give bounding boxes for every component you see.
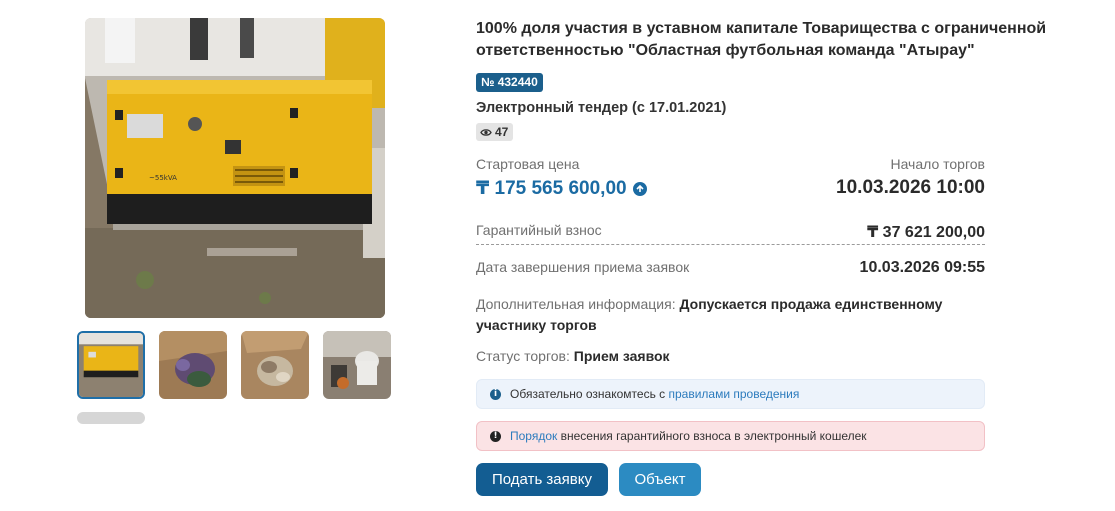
equipment-thumb xyxy=(323,331,391,399)
deposit-order-link[interactable]: Порядок xyxy=(510,429,557,443)
start-price-value: ₸ 175 565 600,00 xyxy=(476,178,627,199)
deadline-row: Дата завершения приема заявок 10.03.2026… xyxy=(476,258,985,280)
rules-link[interactable]: правилами проведения xyxy=(668,387,799,401)
auction-status: Статус торгов: Прием заявок xyxy=(476,348,670,364)
lot-title: 100% доля участия в уставном капитале То… xyxy=(476,20,1047,59)
status-label: Статус торгов: xyxy=(476,348,570,364)
deposit-row: Гарантийный взнос ₸ 37 621 200,00 xyxy=(476,221,985,245)
generator-photo: ~55kVA xyxy=(85,18,385,318)
thumbnail-3[interactable] xyxy=(241,331,309,399)
main-photo[interactable]: ~55kVA xyxy=(85,18,385,318)
additional-info: Дополнительная информация: Допускается п… xyxy=(476,294,986,336)
thumbnail-scrollbar[interactable] xyxy=(77,412,145,424)
info-icon: ! xyxy=(490,430,501,442)
thumbnail-1[interactable] xyxy=(77,331,145,399)
rules-info-alert: i Обязательно ознакомтесь с правилами пр… xyxy=(476,379,985,409)
start-price: ₸ 175 565 600,00 xyxy=(476,177,647,200)
deadline-value: 10.03.2026 09:55 xyxy=(859,259,985,276)
deposit-label: Гарантийный взнос xyxy=(476,222,602,238)
deposit-value: ₸ 37 621 200,00 xyxy=(867,224,985,241)
deposit-order-alert: ! Порядок внесения гарантийного взноса в… xyxy=(476,421,985,451)
deposit-order-suffix: внесения гарантийного взноса в электронн… xyxy=(557,429,867,443)
deadline-label: Дата завершения приема заявок xyxy=(476,259,690,275)
thumbnail-2[interactable] xyxy=(159,331,227,399)
status-value: Прием заявок xyxy=(573,348,670,364)
svg-text:~55kVA: ~55kVA xyxy=(149,174,177,182)
box-thumb xyxy=(241,331,309,399)
generator-thumb xyxy=(79,333,143,397)
views-count: 47 xyxy=(495,125,509,139)
arrow-up-circle-icon[interactable] xyxy=(632,181,647,196)
lot-number-badge: № 432440 xyxy=(476,73,543,92)
thumbnail-4[interactable] xyxy=(323,331,391,399)
submit-application-button[interactable]: Подать заявку xyxy=(476,463,608,496)
auction-start-date: 10.03.2026 10:00 xyxy=(836,177,985,198)
deposit-order-text: Порядок внесения гарантийного взноса в э… xyxy=(510,429,867,443)
box-thumb xyxy=(159,331,227,399)
tender-type: Электронный тендер (с 17.01.2021) xyxy=(476,100,727,116)
object-button[interactable]: Объект xyxy=(619,463,701,496)
rules-info-prefix: Обязательно ознакомтесь с xyxy=(510,387,669,401)
auction-start-label: Начало торгов xyxy=(890,156,985,172)
info-icon: i xyxy=(490,388,501,400)
thumbnail-strip xyxy=(77,331,393,401)
views-badge: 47 xyxy=(476,123,514,141)
additional-info-label: Дополнительная информация: xyxy=(476,296,676,312)
eye-icon xyxy=(480,128,492,136)
start-price-label: Стартовая цена xyxy=(476,156,580,172)
rules-info-text: Обязательно ознакомтесь с правилами пров… xyxy=(510,387,799,401)
